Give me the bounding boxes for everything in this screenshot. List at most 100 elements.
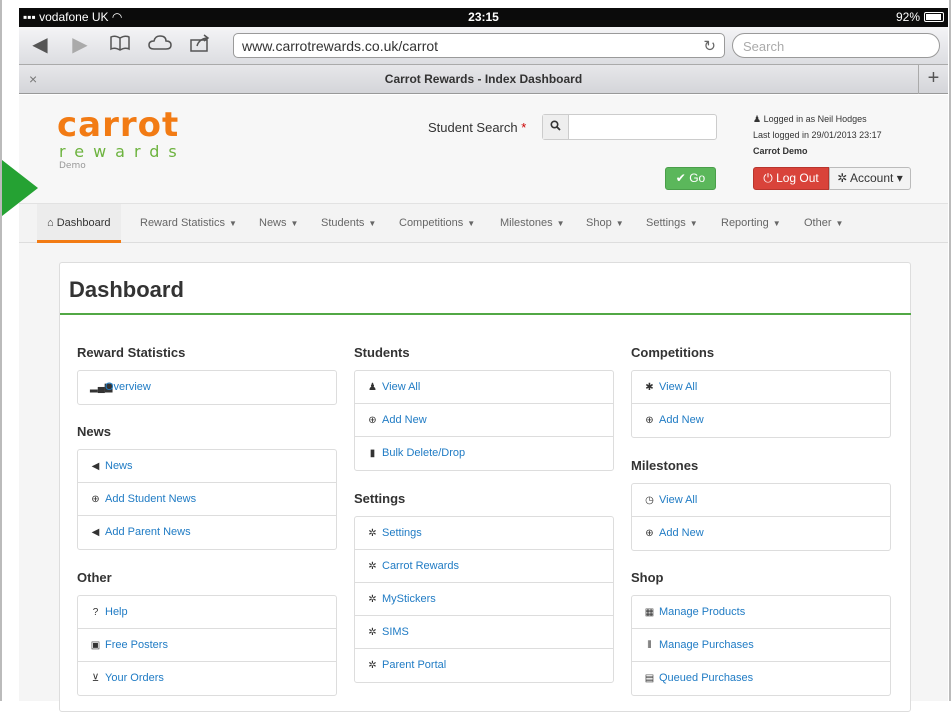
status-bar: ▪▪▪ vodafone UK ◠ 23:15 92% bbox=[19, 8, 948, 27]
reload-icon[interactable]: ↻ bbox=[703, 37, 716, 55]
page-title: Dashboard bbox=[69, 277, 184, 302]
caret-down-icon: ▼ bbox=[368, 219, 377, 228]
nav-news[interactable]: News ▼ bbox=[259, 204, 298, 243]
link-label: View All bbox=[659, 494, 698, 506]
share-icon[interactable] bbox=[187, 34, 213, 56]
link-label: Add New bbox=[659, 414, 704, 426]
news-list: ◀ News ⊕ Add Student News ◀ Add Parent News bbox=[77, 449, 337, 550]
clock: 23:15 bbox=[468, 10, 499, 24]
browser-search-field[interactable]: Search bbox=[732, 33, 940, 58]
link-settings[interactable]: ✲ Settings bbox=[355, 517, 613, 550]
new-tab-button[interactable]: + bbox=[918, 65, 948, 94]
bullhorn-icon: ◀ bbox=[91, 461, 100, 472]
nav-milestones[interactable]: Milestones ▼ bbox=[500, 204, 565, 243]
back-arrow-icon[interactable]: ◀ bbox=[27, 34, 53, 56]
web-page: carrot rewards Demo Student Search * ✔ G… bbox=[19, 95, 948, 712]
url-field[interactable]: www.carrotrewards.co.uk/carrot ↻ bbox=[233, 33, 725, 58]
link-free-posters[interactable]: ▣ Free Posters bbox=[78, 629, 336, 662]
battery-percent: 92% bbox=[895, 10, 920, 24]
home-icon: ⌂ bbox=[47, 217, 54, 229]
account-dropdown-button[interactable]: ✲ Account ▾ bbox=[829, 167, 911, 190]
cog-icon: ✲ bbox=[368, 660, 377, 671]
nav-dashboard[interactable]: ⌂ Dashboard bbox=[37, 204, 121, 243]
tab-bar: × Carrot Rewards - Index Dashboard + bbox=[19, 65, 948, 94]
link-label: Bulk Delete/Drop bbox=[382, 447, 466, 459]
link-help[interactable]: ? Help bbox=[78, 596, 336, 629]
settings-list: ✲ Settings ✲ Carrot Rewards ✲ MyStickers ✲ S… bbox=[354, 516, 614, 683]
nav-label: Shop bbox=[586, 217, 612, 229]
caret-down-icon: ▼ bbox=[290, 219, 299, 228]
link-your-orders[interactable]: ⊻ Your Orders bbox=[78, 662, 336, 695]
link-students-add-new[interactable]: ⊕ Add New bbox=[355, 404, 613, 437]
nav-students[interactable]: Students ▼ bbox=[321, 204, 376, 243]
required-marker: * bbox=[521, 120, 527, 135]
tab-title[interactable]: Carrot Rewards - Index Dashboard bbox=[19, 72, 948, 86]
link-bulk-delete-drop[interactable]: ▮ Bulk Delete/Drop bbox=[355, 437, 613, 470]
caret-down-icon: ▾ bbox=[896, 171, 903, 185]
link-mystickers[interactable]: ✲ MyStickers bbox=[355, 583, 613, 616]
link-manage-purchases[interactable]: ⦀ Manage Purchases bbox=[632, 629, 890, 662]
search-icon bbox=[543, 115, 569, 139]
nav-label: Reward Statistics bbox=[140, 217, 225, 229]
caret-down-icon: ▼ bbox=[689, 219, 698, 228]
link-label: MyStickers bbox=[382, 593, 436, 605]
link-label: Carrot Rewards bbox=[382, 560, 460, 572]
question-circle-icon: ? bbox=[92, 607, 99, 618]
cog-icon: ✲ bbox=[368, 528, 377, 539]
link-news[interactable]: ◀ News bbox=[78, 450, 336, 483]
shop-list: ▦ Manage Products ⦀ Manage Purchases ▤ Queu… bbox=[631, 595, 891, 696]
link-students-view-all[interactable]: ♟ View All bbox=[355, 371, 613, 404]
section-title-news: News bbox=[77, 424, 111, 439]
link-label: Parent Portal bbox=[382, 659, 447, 671]
link-label: News bbox=[105, 460, 133, 472]
section-title-other: Other bbox=[77, 570, 112, 585]
user-icon: ♟ bbox=[368, 382, 377, 393]
log-out-button[interactable]: ⏻ Log Out bbox=[753, 167, 829, 190]
link-sims[interactable]: ✲ SIMS bbox=[355, 616, 613, 649]
link-overview[interactable]: ▂▄▆Overview bbox=[78, 371, 336, 404]
green-pointer-arrow bbox=[2, 160, 38, 216]
dashboard-panel: Dashboard Reward Statistics ▂▄▆Overview … bbox=[59, 262, 911, 712]
link-label: Settings bbox=[382, 527, 422, 539]
link-label: Manage Purchases bbox=[659, 639, 754, 651]
forward-arrow-icon[interactable]: ▶ bbox=[67, 34, 93, 56]
nav-reporting[interactable]: Reporting ▼ bbox=[721, 204, 781, 243]
nav-label: Settings bbox=[646, 217, 686, 229]
nav-other[interactable]: Other ▼ bbox=[804, 204, 843, 243]
student-search-input[interactable] bbox=[542, 114, 717, 140]
caret-down-icon: ▼ bbox=[556, 219, 565, 228]
bullhorn-icon: ◀ bbox=[91, 527, 100, 538]
link-queued-purchases[interactable]: ▤ Queued Purchases bbox=[632, 662, 890, 695]
link-milestones-add-new[interactable]: ⊕ Add New bbox=[632, 517, 890, 550]
link-manage-products[interactable]: ▦ Manage Products bbox=[632, 596, 890, 629]
link-competitions-view-all[interactable]: ✱ View All bbox=[632, 371, 890, 404]
bookmarks-book-icon[interactable] bbox=[107, 34, 133, 56]
section-title-settings: Settings bbox=[354, 491, 406, 506]
link-competitions-add-new[interactable]: ⊕ Add New bbox=[632, 404, 890, 437]
link-label: Free Posters bbox=[105, 639, 168, 651]
section-title-shop: Shop bbox=[631, 570, 664, 585]
link-parent-portal[interactable]: ✲ Parent Portal bbox=[355, 649, 613, 682]
section-title-milestones: Milestones bbox=[631, 458, 699, 473]
account-label: Account bbox=[850, 171, 894, 185]
link-add-student-news[interactable]: ⊕ Add Student News bbox=[78, 483, 336, 516]
carrot-rewards-logo[interactable]: carrot rewards Demo bbox=[57, 107, 186, 171]
link-label: Manage Products bbox=[659, 606, 746, 618]
nav-competitions[interactable]: Competitions ▼ bbox=[399, 204, 475, 243]
link-add-parent-news[interactable]: ◀ Add Parent News bbox=[78, 516, 336, 549]
nav-settings[interactable]: Settings ▼ bbox=[646, 204, 698, 243]
link-label: Add New bbox=[382, 414, 427, 426]
nav-reward-statistics[interactable]: Reward Statistics ▼ bbox=[140, 204, 237, 243]
link-milestones-view-all[interactable]: ◷ View All bbox=[632, 484, 890, 517]
go-button[interactable]: ✔ Go bbox=[665, 167, 716, 190]
section-title-competitions: Competitions bbox=[631, 345, 715, 360]
link-label: Overview bbox=[105, 381, 151, 393]
nav-shop[interactable]: Shop ▼ bbox=[586, 204, 624, 243]
nav-label: Reporting bbox=[721, 217, 769, 229]
cog-icon: ✲ bbox=[368, 561, 377, 572]
link-label: Help bbox=[105, 606, 128, 618]
link-carrot-rewards[interactable]: ✲ Carrot Rewards bbox=[355, 550, 613, 583]
user-icon: ♟ bbox=[753, 114, 762, 124]
cloud-icon[interactable] bbox=[147, 34, 173, 56]
plus-circle-icon: ⊕ bbox=[645, 415, 654, 426]
